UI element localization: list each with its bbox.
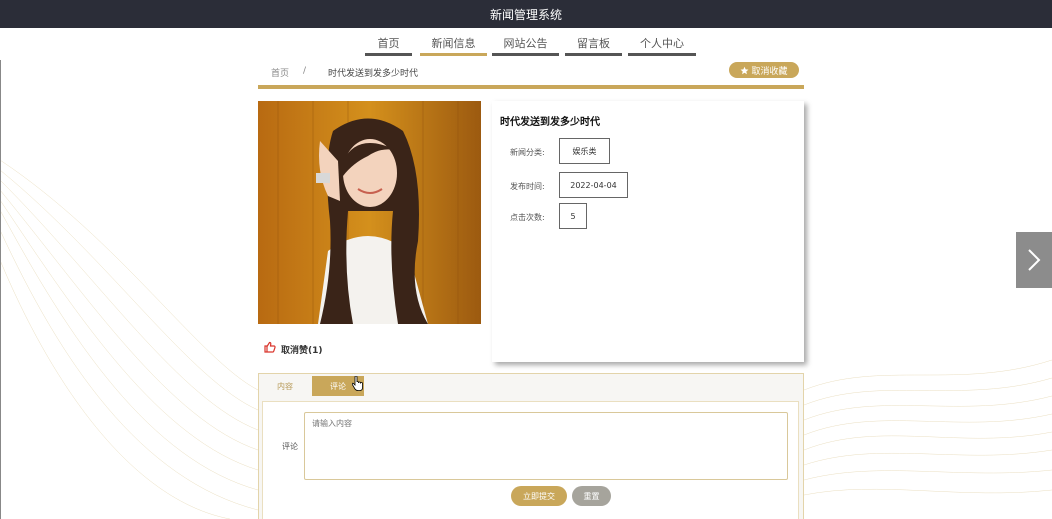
main-nav: 首页 新闻信息 网站公告 留言板 个人中心 — [0, 28, 1052, 60]
reset-button[interactable]: 重置 — [572, 486, 611, 506]
nav-item-label: 新闻信息 — [431, 37, 476, 50]
nav-item-profile[interactable]: 个人中心 — [628, 36, 696, 56]
breadcrumb: 首页 / 时代发送到发多少时代 — [258, 62, 804, 84]
nav-underline — [565, 53, 622, 56]
field-label: 新闻分类: — [510, 148, 545, 157]
news-info-card: 时代发送到发多少时代 新闻分类: 娱乐类 发布时间: 2022-04-04 点击… — [492, 101, 804, 362]
tab-content[interactable]: 内容 — [259, 376, 311, 396]
breadcrumb-home[interactable]: 首页 — [271, 66, 289, 79]
nav-underline — [628, 53, 696, 56]
nav-item-announcements[interactable]: 网站公告 — [492, 36, 559, 56]
nav-underline — [420, 53, 487, 56]
field-value: 娱乐类 — [559, 138, 610, 164]
nav-item-message-board[interactable]: 留言板 — [565, 36, 622, 56]
like-toggle[interactable]: 取消赞(1) — [258, 338, 492, 362]
field-value: 2022-04-04 — [559, 172, 628, 198]
left-border — [0, 60, 1, 519]
nav-item-home[interactable]: 首页 — [365, 36, 412, 56]
star-icon — [741, 66, 749, 74]
field-value: 5 — [559, 203, 587, 229]
carousel-next-button[interactable] — [1016, 232, 1052, 288]
nav-item-news[interactable]: 新闻信息 — [420, 36, 487, 56]
nav-underline — [365, 53, 412, 56]
comment-input[interactable] — [304, 412, 788, 480]
unfavorite-label: 取消收藏 — [751, 66, 788, 77]
thumbs-up-icon — [264, 341, 276, 353]
field-label: 发布时间: — [510, 182, 545, 191]
news-title: 时代发送到发多少时代 — [500, 117, 600, 128]
submit-comment-button[interactable]: 立即提交 — [511, 486, 567, 506]
unfavorite-button[interactable]: 取消收藏 — [729, 62, 799, 78]
nav-item-label: 个人中心 — [640, 37, 684, 50]
comment-label: 评论 — [282, 442, 298, 451]
nav-underline — [492, 53, 559, 56]
field-label: 点击次数: — [510, 213, 545, 222]
breadcrumb-current: 时代发送到发多少时代 — [328, 69, 419, 79]
hand-cursor-icon — [352, 376, 363, 391]
news-image — [258, 101, 481, 324]
nav-item-label: 首页 — [377, 37, 400, 50]
chevron-right-icon — [1028, 249, 1041, 271]
title-divider — [258, 85, 804, 89]
like-label: 取消赞(1) — [281, 346, 323, 356]
nav-item-label: 留言板 — [577, 37, 610, 50]
app-header: 新闻管理系统 — [0, 0, 1052, 28]
app-title: 新闻管理系统 — [489, 7, 562, 22]
nav-item-label: 网站公告 — [503, 37, 548, 50]
breadcrumb-separator: / — [303, 66, 307, 76]
